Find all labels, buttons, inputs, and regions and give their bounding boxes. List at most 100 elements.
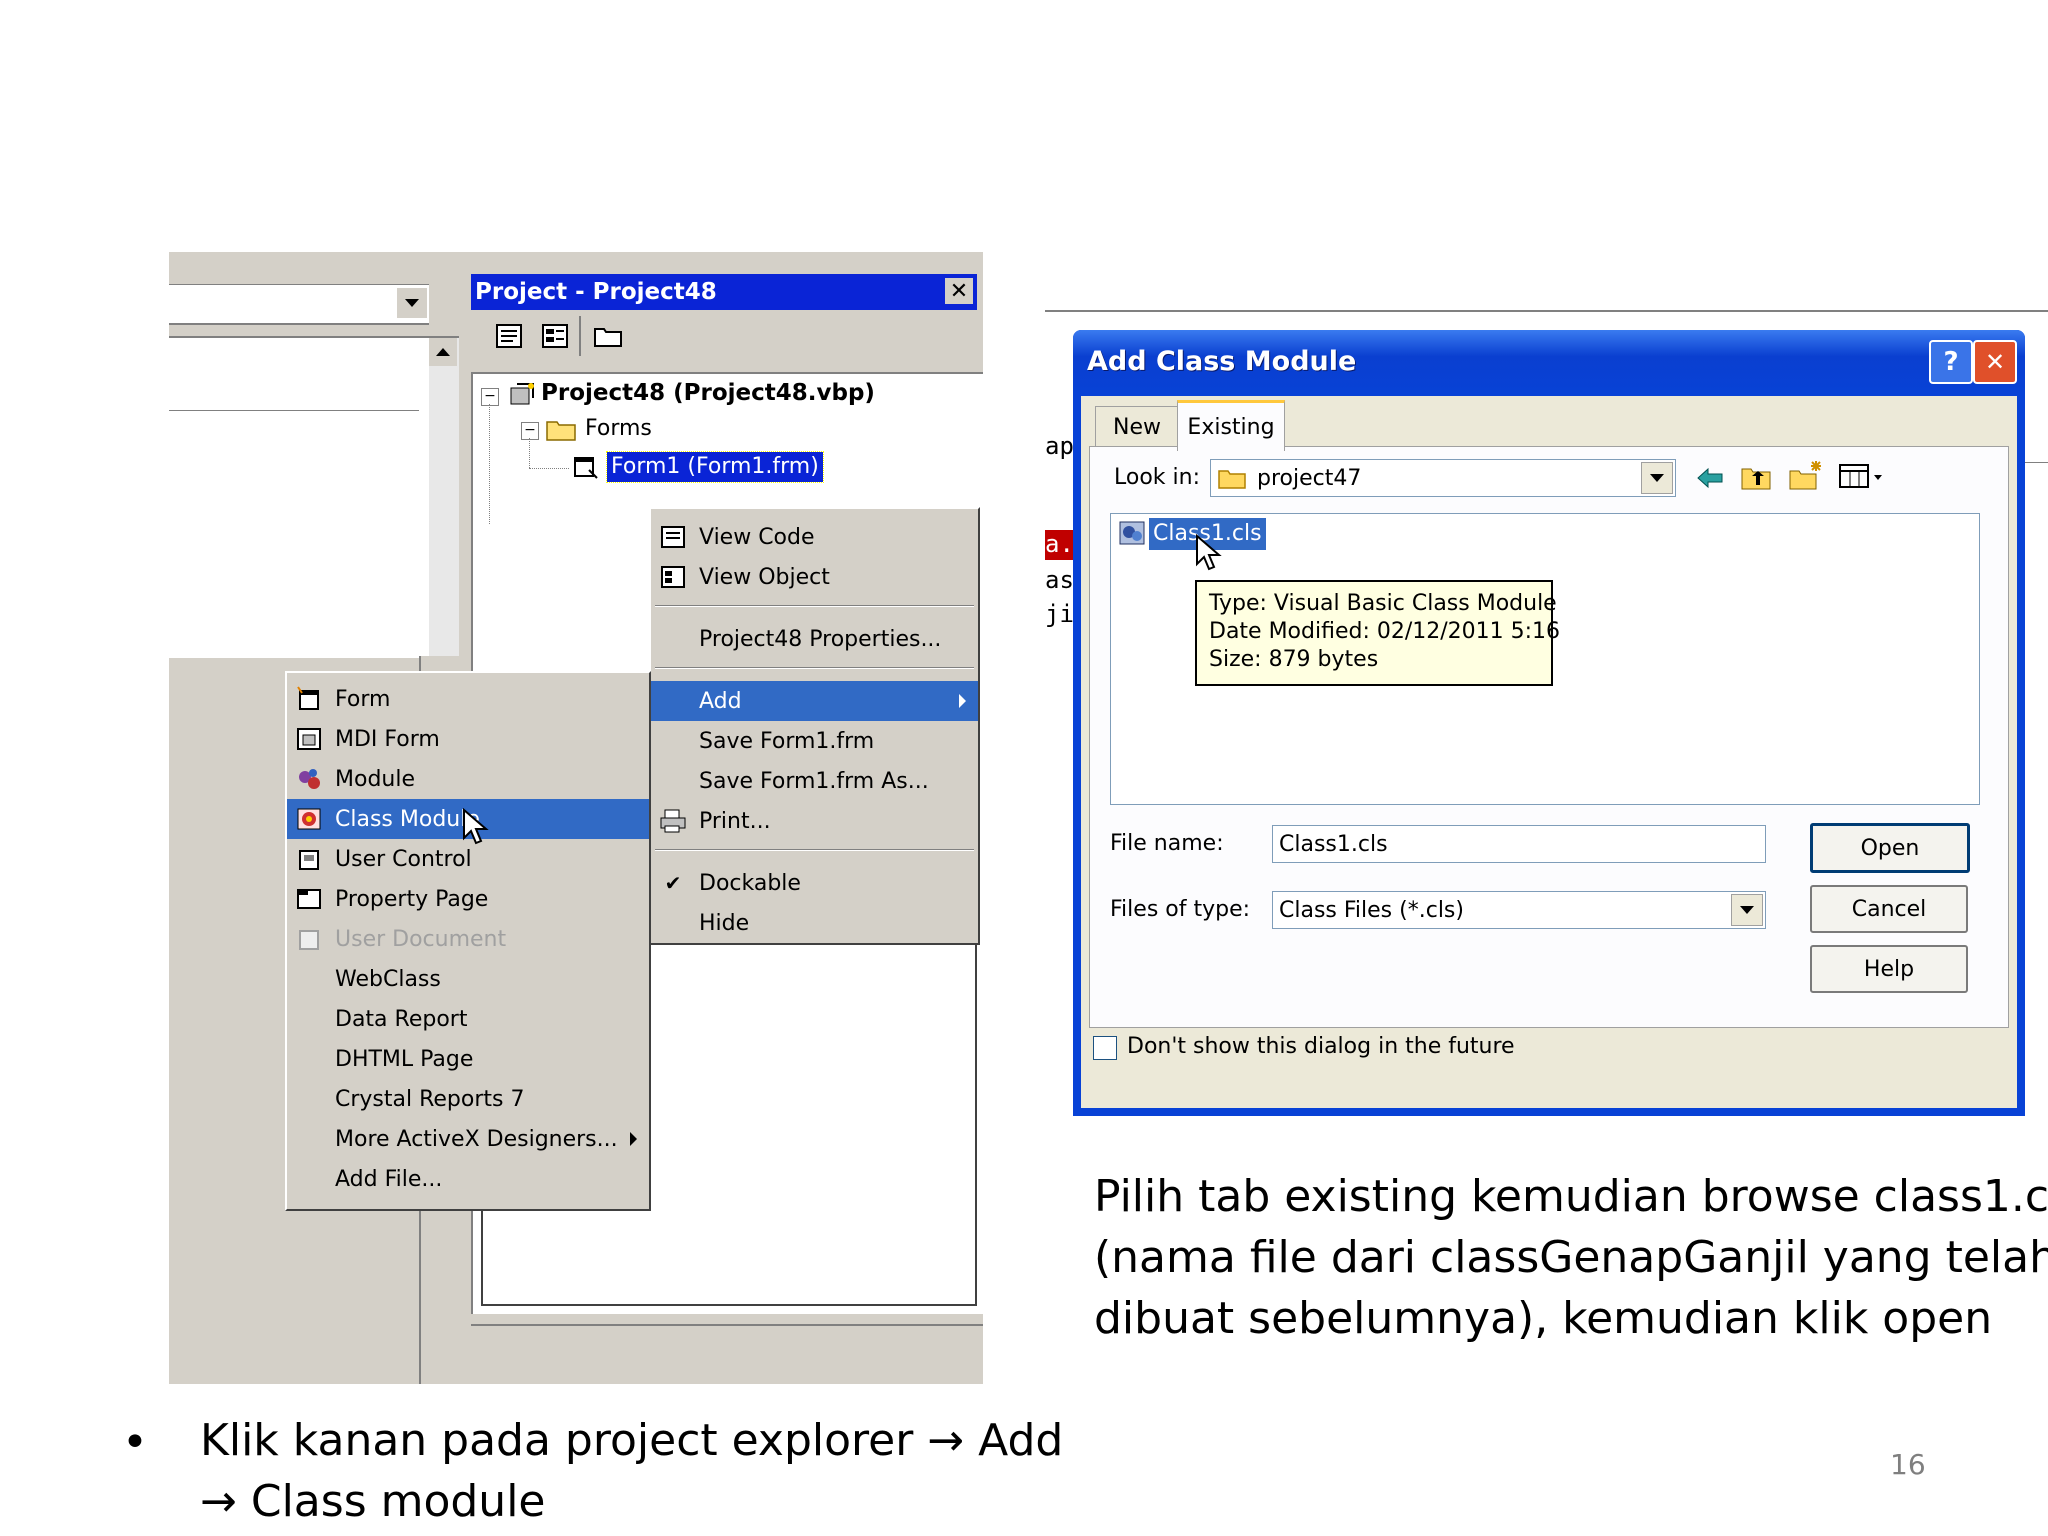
scroll-up-button[interactable] [429,338,457,366]
view-code-icon [659,523,687,551]
menu-item-label: Module [335,766,415,792]
view-menu-icon[interactable] [1838,461,1888,491]
submenu-item-data-report[interactable]: Data Report [287,999,649,1039]
menu-item-label: DHTML Page [335,1046,474,1072]
menu-item-label: Save Form1.frm [699,728,875,754]
look-in-combo[interactable]: project47 [1210,459,1676,497]
menu-item-save-as[interactable]: Save Form1.frm As... [651,761,978,801]
file-name-input[interactable]: Class1.cls [1272,825,1766,863]
files-of-type-combo[interactable]: Class Files (*.cls) [1272,891,1766,929]
menu-item-label: View Object [699,564,830,590]
code-fragment: a. [1045,530,1075,560]
tab-new[interactable]: New [1095,406,1179,447]
submenu-item-dhtml-page[interactable]: DHTML Page [287,1039,649,1079]
submenu-item-module[interactable]: Module [287,759,649,799]
menu-item-project-properties[interactable]: Project48 Properties... [651,619,978,659]
menu-item-label: View Code [699,524,815,550]
chevron-down-icon[interactable] [397,288,427,318]
caption-line: dibuat sebelumnya), kemudian klik open [1094,1293,1993,1344]
submenu-item-mdi-form[interactable]: MDI Form [287,719,649,759]
new-folder-icon[interactable] [1788,459,1824,493]
dialog-title-bar[interactable]: Add Class Module ? ✕ [1073,330,2025,396]
add-class-module-dialog: Add Class Module ? ✕ New Existing Look i… [1073,330,2025,1116]
dont-show-checkbox[interactable] [1093,1036,1117,1060]
menu-item-add[interactable]: Add [651,681,978,721]
menu-item-label: WebClass [335,966,441,992]
project-window-title-bar[interactable]: Project - Project48 ✕ [471,274,977,310]
tree-root-project[interactable]: Project48 (Project48.vbp) [541,380,875,406]
menu-separator [655,849,974,851]
close-icon: ✕ [949,278,969,304]
files-of-type-label: Files of type: [1110,897,1251,922]
bullet-line: → Class module [200,1476,546,1527]
up-folder-icon[interactable] [1740,461,1774,493]
right-caption: Pilih tab existing kemudian browse class… [1094,1166,2048,1349]
tree-folder-forms[interactable]: Forms [585,416,652,441]
menu-item-dockable[interactable]: ✔ Dockable [651,863,978,903]
caption-line: (nama file dari classGenapGanjil yang te… [1094,1232,2048,1283]
help-title-button[interactable]: ? [1929,340,1973,384]
menu-item-view-code[interactable]: View Code [651,517,978,557]
collapse-toggle[interactable]: − [521,422,539,440]
submenu-item-property-page[interactable]: Property Page [287,879,649,919]
chevron-down-icon[interactable] [1731,894,1763,926]
menu-item-label: Hide [699,910,750,936]
view-object-icon[interactable] [541,322,571,350]
cancel-button[interactable]: Cancel [1810,885,1968,933]
menu-item-label: Project48 Properties... [699,626,942,652]
menu-item-hide[interactable]: Hide [651,903,978,943]
view-code-icon[interactable] [495,322,525,350]
help-button[interactable]: Help [1810,945,1968,993]
menu-item-label: User Control [335,846,472,872]
property-page-icon [295,885,323,913]
object-combo[interactable] [169,284,429,325]
file-name-value: Class1.cls [1279,831,1388,857]
collapse-toggle[interactable]: − [481,388,499,406]
menu-item-label: Property Page [335,886,489,912]
dont-show-label: Don't show this dialog in the future [1127,1034,1515,1059]
caption-line: Pilih tab existing kemudian browse class… [1094,1171,2048,1222]
tooltip-modified: Date Modified: 02/12/2011 5:16 [1209,619,1561,644]
submenu-item-more-activex[interactable]: More ActiveX Designers... [287,1119,649,1159]
open-button[interactable]: Open [1810,823,1970,873]
folder-icon [1218,470,1246,489]
user-document-icon [295,925,323,953]
close-button[interactable]: ✕ [945,278,973,304]
close-title-button[interactable]: ✕ [1973,340,2017,384]
submenu-item-crystal-reports[interactable]: Crystal Reports 7 [287,1079,649,1119]
tree-item-form1[interactable]: Form1 (Form1.frm) [606,451,824,483]
file-name-label: File name: [1110,831,1224,856]
tab-existing[interactable]: Existing [1177,400,1285,451]
chevron-down-icon[interactable] [1641,462,1673,494]
form-icon [295,685,323,713]
toolbar-separator [579,316,581,356]
button-label: Open [1860,835,1920,861]
scrollbar[interactable] [429,338,459,658]
menu-item-label: MDI Form [335,726,440,752]
module-icon [295,765,323,793]
mouse-cursor-icon [462,807,490,848]
submenu-item-form[interactable]: Form [287,679,649,719]
submenu-item-add-file[interactable]: Add File... [287,1159,649,1199]
menu-item-label: Data Report [335,1006,468,1032]
button-label: Cancel [1851,896,1927,922]
look-in-value: project47 [1257,465,1362,491]
menu-item-save[interactable]: Save Form1.frm [651,721,978,761]
back-arrow-icon[interactable] [1694,463,1726,493]
tree-line [529,438,530,468]
button-label: Help [1863,956,1915,982]
toggle-folders-icon[interactable] [593,322,625,350]
menu-item-label: More ActiveX Designers... [335,1126,618,1152]
code-fragment: ji [1045,600,1074,628]
file-list: Class1.cls Type: Visual Basic Class Modu… [1110,513,1980,805]
menu-item-print[interactable]: Print... [651,801,978,841]
bullet-marker: • [122,1417,148,1468]
submenu-item-user-document: User Document [287,919,649,959]
submenu-item-webclass[interactable]: WebClass [287,959,649,999]
status-area [471,1324,983,1384]
folder-icon [545,414,579,444]
page-number: 16 [1890,1448,1926,1481]
project-icon [507,380,537,410]
user-control-icon [295,845,323,873]
menu-item-view-object[interactable]: View Object [651,557,978,597]
